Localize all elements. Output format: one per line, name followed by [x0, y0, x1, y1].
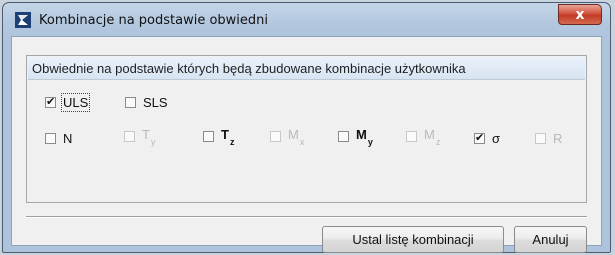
checkbox-n[interactable]: N	[45, 131, 72, 146]
checkbox-r: R	[535, 131, 562, 146]
checkbox-my-label: M	[356, 127, 367, 142]
checkbox-sls[interactable]: SLS	[125, 95, 168, 110]
close-button[interactable]: x	[558, 4, 602, 25]
checkbox-n-label: N	[63, 131, 73, 146]
checkbox-ty-box	[124, 131, 135, 142]
checkbox-sls-box[interactable]	[125, 97, 136, 108]
checkbox-sls-label: SLS	[143, 95, 168, 110]
group-header: Obwiednie na podstawie których będą zbud…	[28, 57, 585, 80]
checkbox-tz[interactable]: Tz	[203, 127, 235, 147]
set-combinations-button[interactable]: Ustal listę kombinacji	[322, 226, 504, 253]
checkbox-ty-sub: y	[150, 136, 156, 147]
dialog-window: Kombinacje na podstawie obwiedni x Obwie…	[2, 2, 611, 253]
envelopes-group: Obwiednie na podstawie których będą zbud…	[26, 55, 587, 203]
checkbox-mz: Mz	[406, 127, 441, 147]
checkbox-n-box[interactable]	[45, 133, 56, 144]
close-icon: x	[575, 6, 585, 23]
checkbox-tz-sub: z	[229, 136, 235, 147]
checkbox-mx-sub: x	[299, 136, 305, 147]
cancel-button[interactable]: Anuluj	[514, 226, 587, 253]
checkbox-mz-label: M	[424, 127, 435, 142]
checkbox-uls-box[interactable]	[45, 95, 56, 108]
checkbox-r-box	[535, 133, 546, 144]
checkbox-mx: Mx	[270, 127, 305, 147]
group-title: Obwiednie na podstawie których będą zbud…	[32, 61, 466, 76]
dialog-body: Obwiednie na podstawie których będą zbud…	[11, 36, 602, 253]
checkbox-mx-box	[270, 131, 281, 142]
checkbox-mx-label: M	[288, 127, 299, 142]
checkbox-uls[interactable]: ULS	[45, 93, 91, 112]
checkbox-tz-box[interactable]	[203, 131, 214, 142]
checkbox-my-box[interactable]	[338, 131, 349, 142]
checkbox-sigma-box[interactable]	[474, 131, 485, 144]
checkbox-my-sub: y	[367, 136, 373, 147]
footer-separator	[26, 216, 587, 218]
checkbox-uls-label: ULS	[60, 93, 91, 112]
checkbox-r-label: R	[553, 131, 563, 146]
checkbox-tz-label: T	[221, 127, 229, 142]
title-bar[interactable]: Kombinacje na podstawie obwiedni x	[3, 3, 610, 37]
window-title: Kombinacje na podstawie obwiedni	[39, 13, 269, 28]
checkbox-mz-sub: z	[435, 136, 441, 147]
app-icon	[15, 12, 31, 28]
checkbox-ty-label: T	[142, 127, 150, 142]
checkbox-ty: Ty	[124, 127, 156, 147]
checkbox-mz-box	[406, 131, 417, 142]
checkbox-sigma[interactable]: σ	[474, 131, 500, 146]
checkbox-my[interactable]: My	[338, 127, 373, 147]
checkbox-sigma-label: σ	[492, 131, 501, 146]
